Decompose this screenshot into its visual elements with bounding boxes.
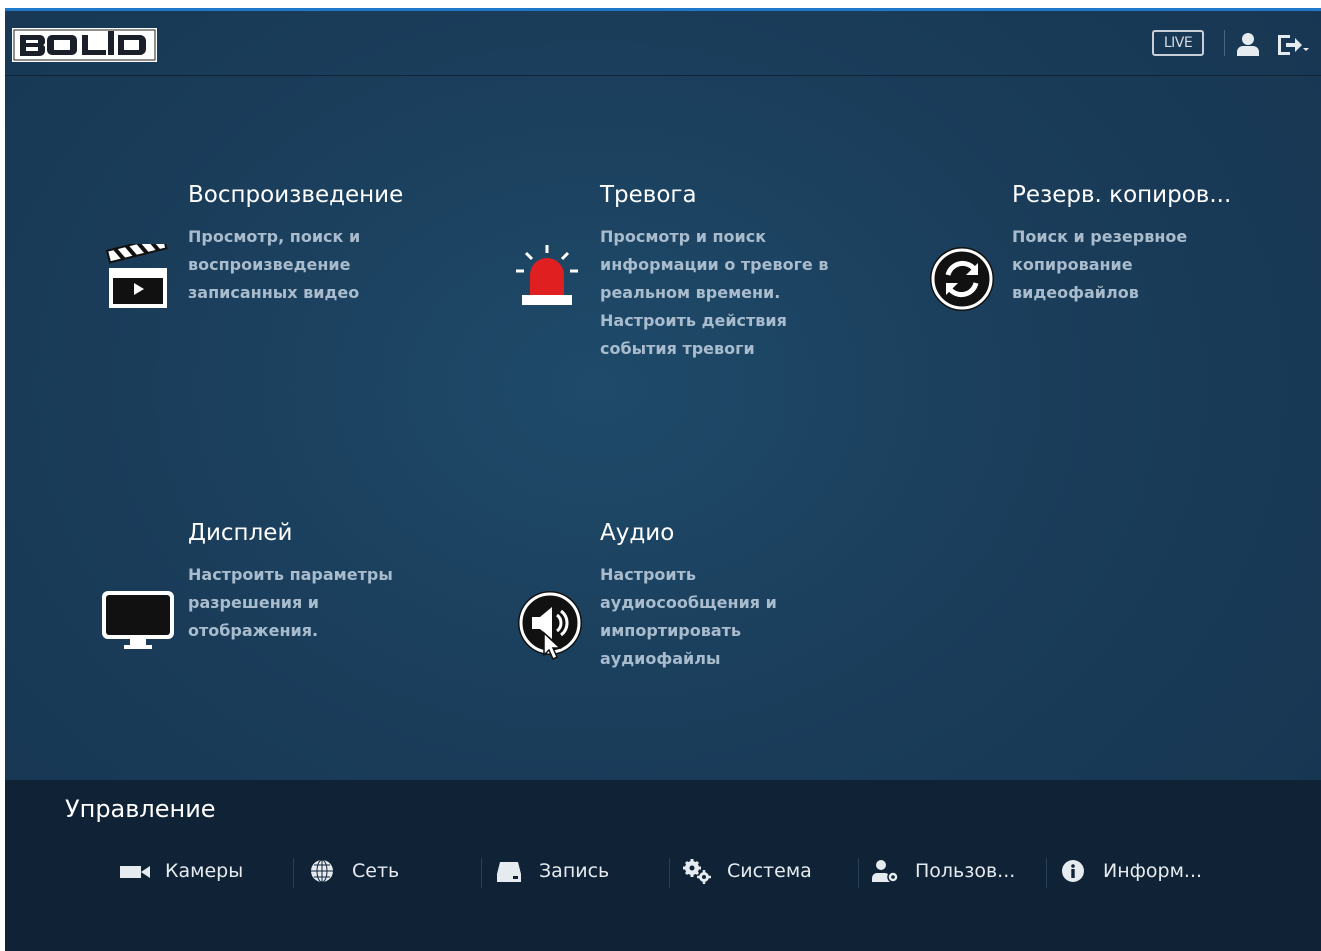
management-divider [669, 858, 670, 888]
tile-playback[interactable]: Воспроизведение Просмотр, поиск и воспро… [100, 181, 430, 401]
management-item-record[interactable]: Запись [489, 856, 609, 886]
info-icon [1053, 856, 1093, 886]
user-settings-icon [865, 856, 905, 886]
live-button[interactable]: LIVE [1152, 30, 1204, 56]
logout-icon[interactable] [1276, 33, 1310, 61]
tile-title: Резерв. копиров... [1012, 182, 1232, 208]
management-divider [858, 858, 859, 888]
gears-icon [677, 856, 717, 886]
clapperboard-icon [103, 235, 169, 314]
tile-description: Просмотр и поиск информации о тревоге в … [600, 227, 829, 358]
camera-icon [115, 856, 155, 886]
management-item-label: Система [727, 860, 812, 882]
main-screen: LIVE Воспроизведение Просмотр, поиск и в… [5, 8, 1321, 951]
management-item-system[interactable]: Система [677, 856, 812, 886]
management-item-users[interactable]: Пользов... [865, 856, 1015, 886]
management-title: Управление [65, 795, 216, 823]
tile-backup[interactable]: Резерв. копиров... Поиск и резервное коп… [924, 181, 1254, 401]
bolid-logo [12, 28, 157, 62]
backup-sync-icon [928, 245, 996, 317]
tile-title: Тревога [600, 182, 697, 208]
tile-title: Дисплей [188, 520, 293, 546]
monitor-icon [100, 589, 176, 655]
management-item-label: Сеть [352, 860, 400, 882]
hdd-icon [489, 856, 529, 886]
tile-alarm[interactable]: Тревога Просмотр и поиск информации о тр… [512, 181, 842, 401]
tile-audio[interactable]: Аудио Настроить аудиосообщения и импорти… [512, 519, 842, 739]
tile-description: Настроить параметры разрешения и отображ… [188, 565, 393, 640]
management-divider [481, 858, 482, 888]
tile-title: Аудио [600, 520, 675, 546]
tile-title: Воспроизведение [188, 182, 404, 208]
management-divider [293, 858, 294, 888]
management-item-label: Камеры [165, 860, 244, 882]
tile-description: Поиск и резервное копирование видеофайло… [1012, 227, 1188, 302]
top-bar: LIVE [5, 11, 1321, 76]
management-item-label: Информ... [1103, 860, 1203, 882]
user-icon[interactable] [1234, 31, 1262, 61]
management-bar: Управление Камеры Сеть Запись Система По… [5, 780, 1321, 951]
tile-display[interactable]: Дисплей Настроить параметры разрешения и… [100, 519, 430, 739]
management-item-label: Запись [539, 860, 610, 882]
header-divider [1224, 30, 1225, 56]
management-item-cameras[interactable]: Камеры [115, 856, 243, 886]
speaker-icon [516, 589, 586, 665]
tile-description: Просмотр, поиск и воспроизведение записа… [188, 227, 361, 302]
management-divider [1046, 858, 1047, 888]
management-item-label: Пользов... [915, 860, 1016, 882]
alarm-siren-icon [512, 239, 582, 315]
management-item-network[interactable]: Сеть [302, 856, 399, 886]
tile-description: Настроить аудиосообщения и импортировать… [600, 565, 777, 668]
globe-icon [302, 856, 342, 886]
management-item-info[interactable]: Информ... [1053, 856, 1202, 886]
